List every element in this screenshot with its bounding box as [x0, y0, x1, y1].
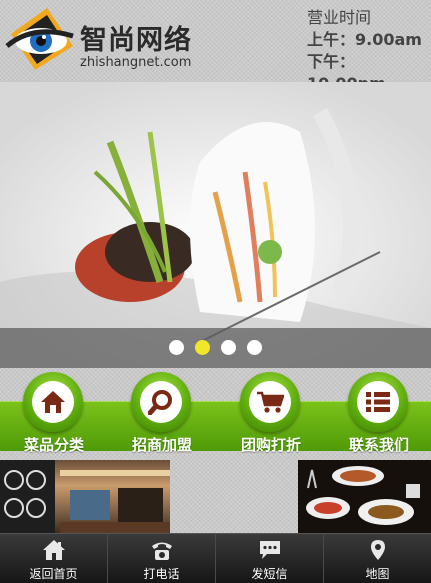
- home-icon: [41, 391, 65, 413]
- nav-item-group-buy[interactable]: 团购打折: [217, 368, 325, 460]
- cart-icon: [257, 391, 284, 413]
- slide-indicators: [0, 340, 431, 355]
- message-icon: [259, 541, 280, 559]
- tab-label: 发短信: [251, 567, 288, 581]
- tab-home[interactable]: 返回首页: [0, 534, 108, 583]
- main-nav: 菜品分类 招商加盟 团购打折 联系我们: [0, 368, 431, 460]
- nav-circle: [240, 372, 300, 432]
- slide-dot-3[interactable]: [221, 340, 236, 355]
- phone-icon: [151, 542, 172, 560]
- nav-circle: [23, 372, 83, 432]
- banner-food-image: [0, 82, 431, 368]
- brand-name: 智尚网络: [80, 25, 192, 56]
- tab-label: 打电话: [143, 567, 180, 581]
- tab-label: 地图: [365, 567, 390, 581]
- nav-label: 招商加盟: [131, 436, 192, 454]
- slide-dot-4[interactable]: [247, 340, 262, 355]
- nav-item-contact[interactable]: 联系我们: [325, 368, 431, 460]
- nav-circle: [131, 372, 191, 432]
- restaurant-interior-thumbnail[interactable]: [0, 460, 170, 533]
- dishes-thumbnail[interactable]: [298, 460, 431, 533]
- header: 智尚网络 zhishangnet.com 营业时间 上午：9.00am 下午：1…: [0, 0, 431, 93]
- bottom-tab-bar: 返回首页 打电话 发短信 地图: [0, 533, 431, 583]
- map-pin-icon: [370, 540, 385, 560]
- hours-title: 营业时间: [307, 8, 372, 27]
- nav-label: 菜品分类: [23, 436, 84, 454]
- nav-label: 团购打折: [240, 436, 301, 454]
- search-icon: [148, 390, 172, 415]
- slide-dot-2[interactable]: [195, 340, 210, 355]
- nav-item-categories[interactable]: 菜品分类: [0, 368, 108, 460]
- logo-eye-icon[interactable]: [3, 6, 77, 72]
- tab-map[interactable]: 地图: [324, 534, 431, 583]
- restaurant-interior-image: [0, 460, 170, 533]
- nav-label: 联系我们: [348, 436, 409, 454]
- tab-call[interactable]: 打电话: [108, 534, 216, 583]
- list-icon: [366, 392, 390, 412]
- tab-label: 返回首页: [29, 567, 78, 581]
- tab-sms[interactable]: 发短信: [216, 534, 324, 583]
- hours-morning: 上午：9.00am: [307, 30, 422, 49]
- dishes-image: [298, 460, 431, 533]
- banner-slideshow[interactable]: [0, 82, 431, 368]
- slide-dot-1[interactable]: [169, 340, 184, 355]
- nav-circle: [348, 372, 408, 432]
- brand-domain: zhishangnet.com: [80, 55, 192, 70]
- nav-item-franchise[interactable]: 招商加盟: [108, 368, 216, 460]
- home-icon: [42, 540, 65, 560]
